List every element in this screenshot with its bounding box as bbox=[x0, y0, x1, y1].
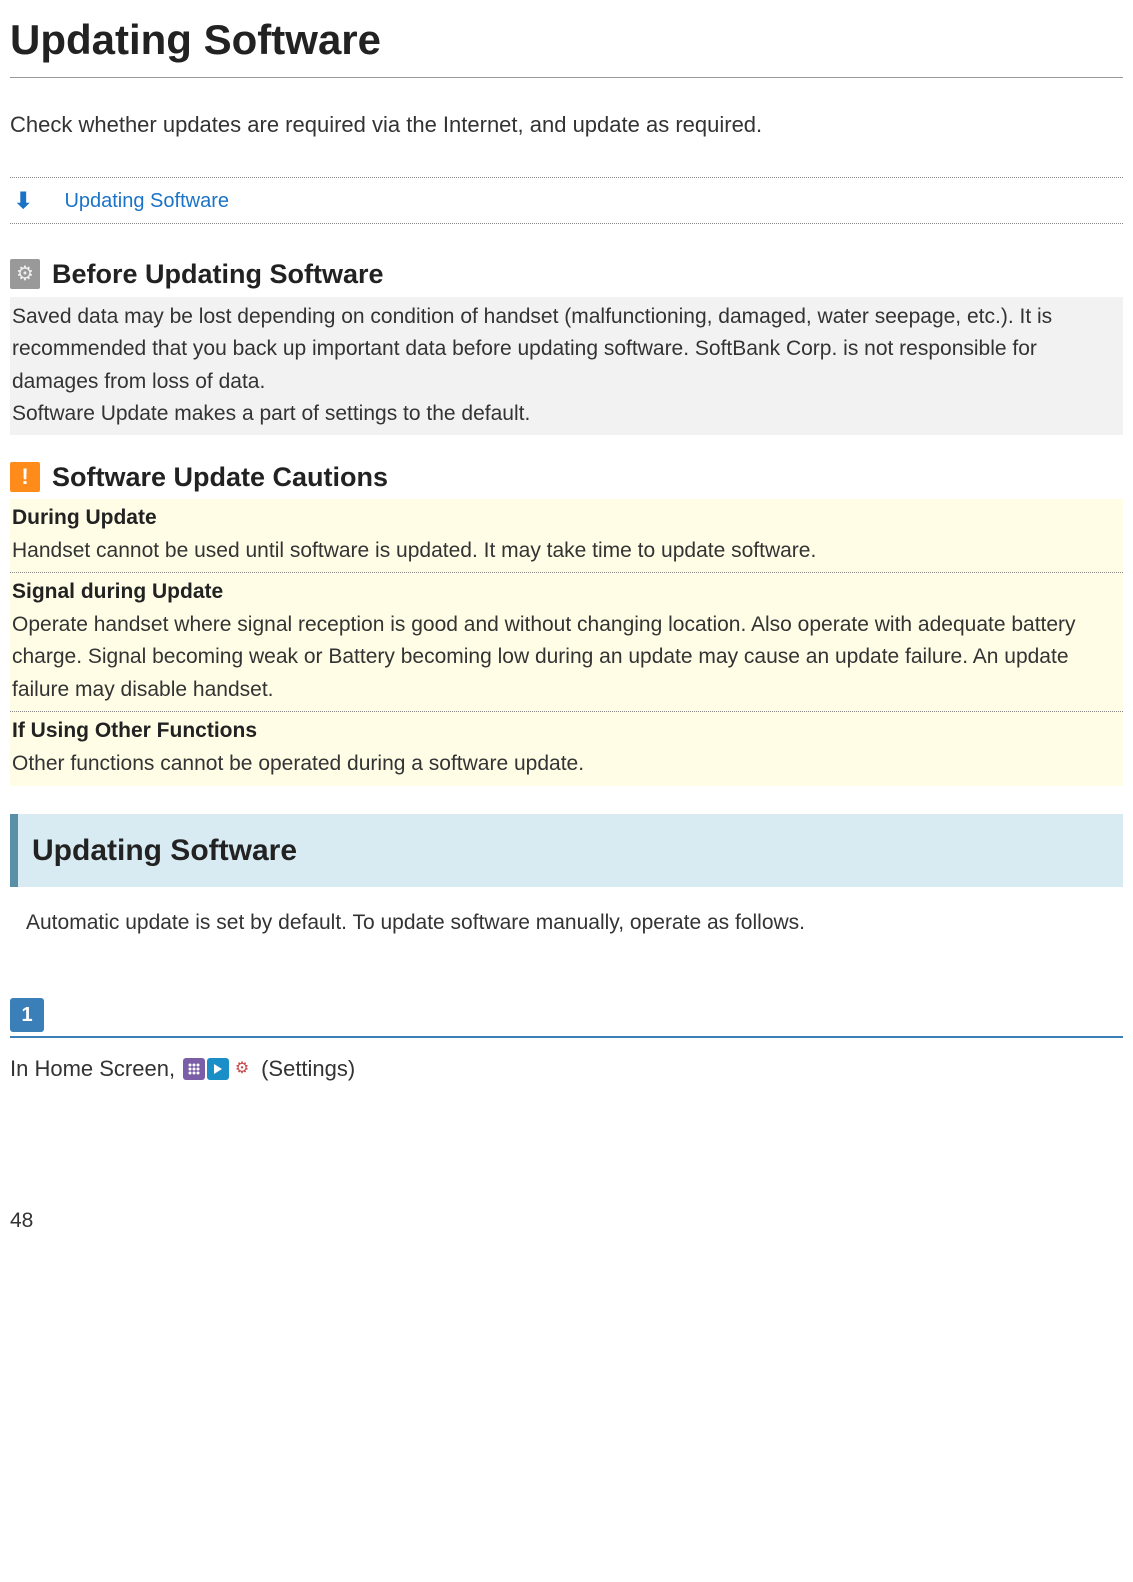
cautions-box: During Update Handset cannot be used unt… bbox=[10, 499, 1123, 785]
inline-icon-group: ⚙ bbox=[183, 1058, 253, 1080]
before-text-1: Saved data may be lost depending on cond… bbox=[12, 301, 1117, 399]
before-box: Saved data may be lost depending on cond… bbox=[10, 297, 1123, 435]
arrow-down-icon: ⬇ bbox=[14, 184, 32, 217]
caution-item: If Using Other Functions Other functions… bbox=[10, 712, 1123, 785]
intro-text: Check whether updates are required via t… bbox=[10, 108, 1123, 141]
section-header-updating: Updating Software bbox=[10, 814, 1123, 887]
gear-icon: ⚙ bbox=[10, 259, 40, 289]
apps-grid-icon bbox=[183, 1058, 205, 1080]
settings-gear-icon: ⚙ bbox=[231, 1058, 253, 1080]
toc-link-updating-software[interactable]: Updating Software bbox=[64, 186, 229, 216]
toc-row: ⬇ Updating Software bbox=[10, 177, 1123, 224]
before-section-head: ⚙ Before Updating Software bbox=[10, 254, 1123, 295]
page-number: 48 bbox=[10, 1205, 1123, 1237]
step-1: 1 In Home Screen, ⚙ (Settings) bbox=[10, 998, 1123, 1085]
before-text-2: Software Update makes a part of settings… bbox=[12, 398, 1117, 431]
caution-item: During Update Handset cannot be used unt… bbox=[10, 499, 1123, 572]
step-divider bbox=[10, 1036, 1123, 1038]
before-title: Before Updating Software bbox=[52, 254, 384, 295]
step-instruction: In Home Screen, ⚙ (Settings) bbox=[10, 1052, 1123, 1085]
arrow-right-icon bbox=[207, 1058, 229, 1080]
title-divider bbox=[10, 77, 1123, 78]
cautions-section-head: ! Software Update Cautions bbox=[10, 457, 1123, 498]
step-suffix: (Settings) bbox=[261, 1052, 355, 1085]
caution-item-text: Operate handset where signal reception i… bbox=[12, 609, 1119, 707]
caution-item-text: Handset cannot be used until software is… bbox=[12, 535, 1119, 568]
caution-item: Signal during Update Operate handset whe… bbox=[10, 573, 1123, 711]
cautions-title: Software Update Cautions bbox=[52, 457, 388, 498]
warning-icon: ! bbox=[10, 462, 40, 492]
caution-item-text: Other functions cannot be operated durin… bbox=[12, 748, 1119, 781]
caution-item-title: If Using Other Functions bbox=[12, 715, 1119, 748]
section-body-text: Automatic update is set by default. To u… bbox=[26, 907, 1123, 939]
page-title: Updating Software bbox=[10, 8, 1123, 71]
caution-item-title: Signal during Update bbox=[12, 576, 1119, 609]
caution-item-title: During Update bbox=[12, 502, 1119, 535]
step-prefix: In Home Screen, bbox=[10, 1052, 175, 1085]
step-number-badge: 1 bbox=[10, 998, 44, 1032]
